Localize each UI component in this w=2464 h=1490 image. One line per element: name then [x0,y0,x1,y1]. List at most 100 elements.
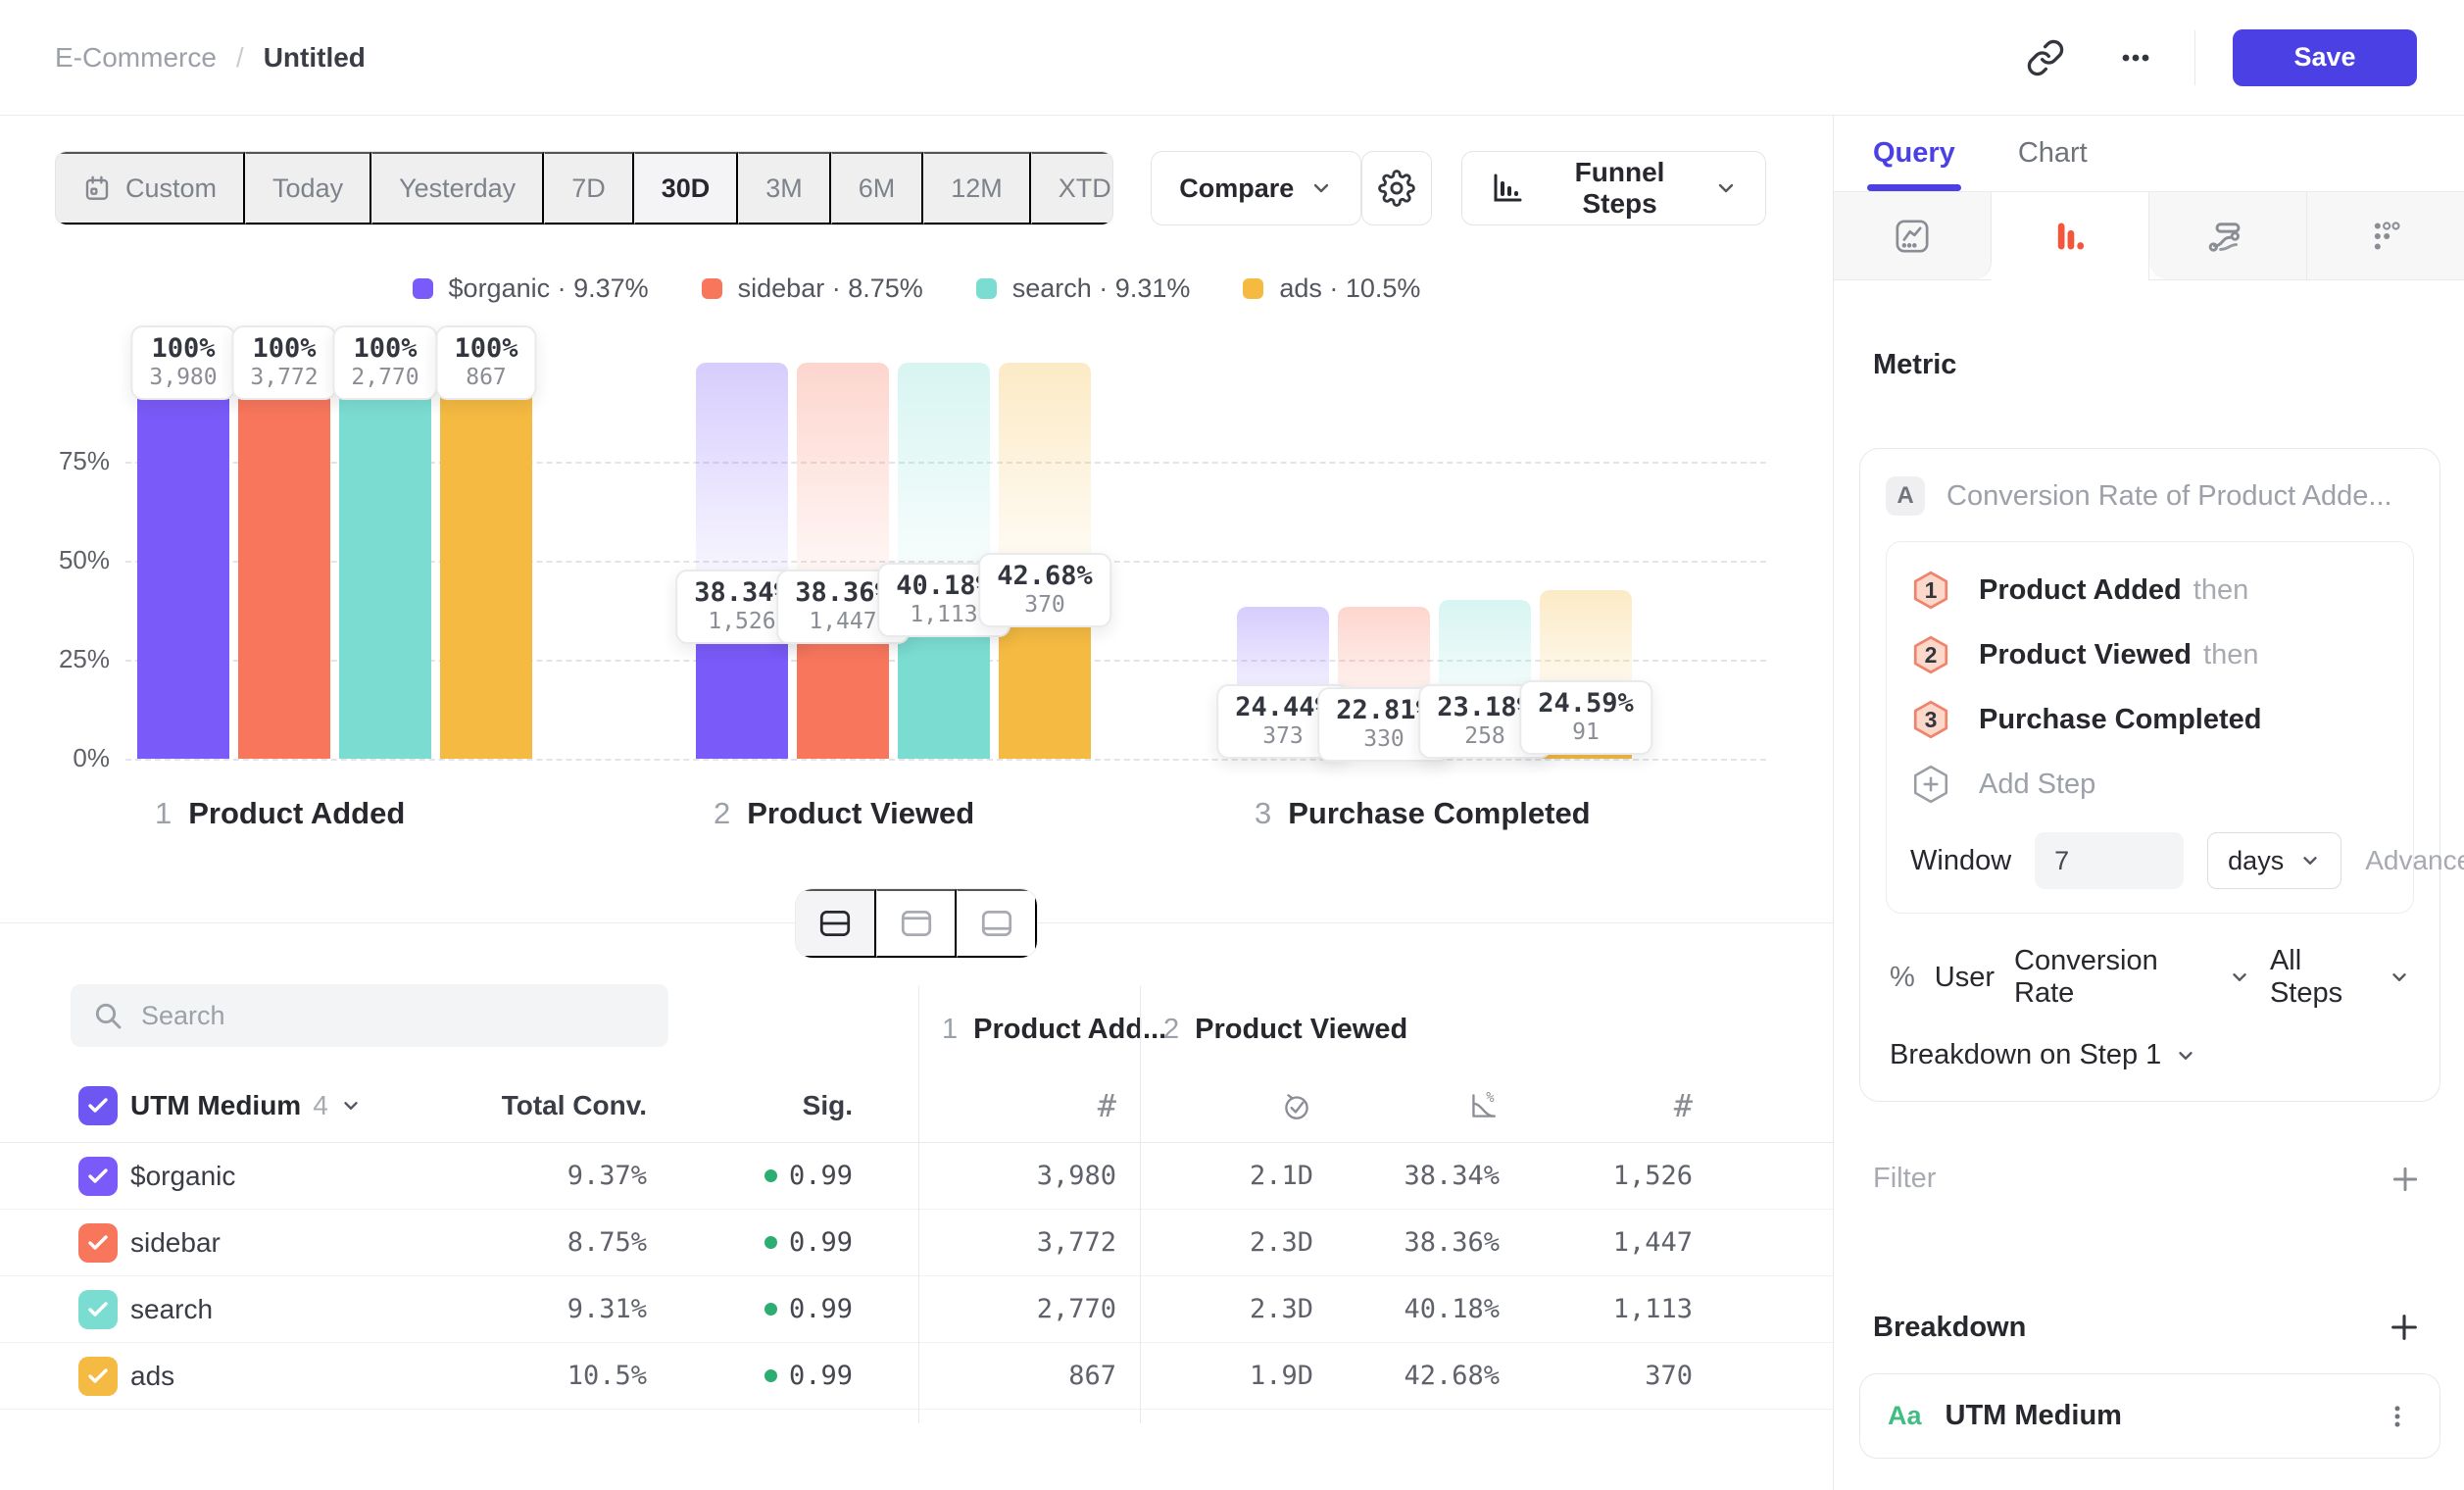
breadcrumb-workspace[interactable]: E-Commerce [55,42,217,74]
bar-pct-label: 100% [250,333,318,364]
query-step-2[interactable]: 2Product Viewedthen [1910,622,2390,687]
row-significance: 0.99 [647,1361,853,1391]
legend-item-sidebar[interactable]: sidebar · 8.75% [702,273,923,304]
search-box[interactable] [71,984,668,1047]
row-checkbox[interactable] [78,1223,118,1263]
tab-chart[interactable]: Chart [2018,116,2088,191]
row-step2-count: 370 [1500,1361,1693,1391]
window-unit-dropdown[interactable]: days [2207,832,2341,889]
step2-count-column[interactable]: # [1500,1087,1693,1124]
group-column-header[interactable]: UTM Medium 4 [118,1090,483,1121]
bar-pct-label: 23.18% [1437,692,1533,722]
funnel-bar-sidebar-step1[interactable] [238,363,330,759]
chevron-down-icon [2389,967,2410,988]
query-step-1[interactable]: 1Product Addedthen [1910,558,2390,622]
advanced-toggle[interactable]: Advanced [2365,845,2464,876]
range-3m[interactable]: 3M [738,152,831,224]
funnel-bar-search-step1[interactable] [339,363,431,759]
conversion-rate-column[interactable]: % [1313,1089,1500,1122]
metric-type-funnel[interactable] [1992,192,2149,279]
metric-type-trend[interactable] [1834,192,1992,279]
more-menu-button[interactable] [2110,32,2161,83]
row-conv-rate: 38.36% [1313,1227,1500,1258]
range-today[interactable]: Today [245,152,371,224]
metric-type-strip [1834,192,2464,280]
legend-item-organic[interactable]: $organic · 9.37% [413,273,649,304]
select-all-checkbox[interactable] [78,1086,118,1125]
bar-pct-label: 24.59% [1538,688,1634,719]
metric-type-matrix[interactable] [2307,192,2464,279]
save-button[interactable]: Save [2233,29,2417,86]
table-row-search[interactable]: search9.31%0.992,7702.3D40.18%1,113 [0,1276,1833,1343]
query-step-3[interactable]: 3Purchase Completed [1910,687,2390,752]
row-checkbox[interactable] [78,1357,118,1396]
search-input[interactable] [141,1001,647,1031]
range-30d[interactable]: 30D [634,152,739,224]
table-row-ads[interactable]: ads10.5%0.998671.9D42.68%370 [0,1343,1833,1410]
breadcrumb-report-title[interactable]: Untitled [264,42,366,74]
compare-button[interactable]: Compare [1151,151,1361,225]
funnel-bar-ads-step1[interactable] [440,363,532,759]
row-label: ads [118,1361,483,1392]
view-chart-only-button[interactable] [957,889,1037,958]
row-checkbox[interactable] [78,1157,118,1196]
total-conv-column-header[interactable]: Total Conv. [483,1090,647,1121]
row-avg-time: 1.9D [1140,1361,1313,1391]
chart-type-selector[interactable]: Funnel Steps [1461,151,1766,225]
table-row-sidebar[interactable]: sidebar8.75%0.993,7722.3D38.36%1,447 [0,1210,1833,1276]
bar-value-label: 100%3,772 [231,325,336,400]
steps-scope-dropdown[interactable]: All Steps [2270,945,2410,1010]
range-7d[interactable]: 7D [544,152,634,224]
step-name: Product Viewed [747,796,974,831]
entity-label[interactable]: User [1935,962,1995,994]
breakdown-on-step-dropdown[interactable]: Breakdown on Step 1 [1886,1039,2414,1071]
view-split-button[interactable] [796,889,876,958]
step-badge: 3 [1910,699,1951,740]
view-table-only-button[interactable] [876,889,957,958]
step-then-label: then [2203,639,2258,671]
row-checkbox[interactable] [78,1290,118,1329]
metric-badge: A [1886,476,1925,516]
step-index: 1 [155,796,172,831]
chart-step-label-1: 1Product Added [155,796,405,831]
step1-count-column[interactable]: # [918,1087,1140,1124]
legend-text: sidebar · 8.75% [738,273,923,304]
row-conv-rate: 42.68% [1313,1361,1500,1391]
range-xtd[interactable]: XTD [1031,152,1113,224]
legend-item-ads[interactable]: ads · 10.5% [1243,273,1420,304]
chevron-down-icon [340,1095,362,1117]
step-name: Purchase Completed [1288,796,1590,831]
range-6m[interactable]: 6M [831,152,924,224]
row-step1-count: 867 [918,1361,1140,1391]
add-step-button[interactable]: Add Step [1910,752,2390,817]
chart-step-label-2: 2Product Viewed [714,796,974,831]
breakdown-property-card[interactable]: Aa UTM Medium [1859,1373,2440,1459]
range-yesterday[interactable]: Yesterday [371,152,544,224]
window-value-input[interactable] [2035,832,2184,889]
metric-name-row[interactable]: A Conversion Rate of Product Adde... [1886,476,2414,516]
range-custom[interactable]: Custom [56,152,245,224]
legend-swatch [702,278,722,299]
add-filter-button[interactable] [2390,1164,2421,1195]
kebab-menu-icon[interactable] [2383,1402,2412,1431]
row-avg-time: 2.3D [1140,1294,1313,1324]
step-badge: 1 [1910,570,1951,611]
funnel-bar-organic-step1[interactable] [137,363,229,759]
range-12m[interactable]: 12M [923,152,1031,224]
legend-item-search[interactable]: search · 9.31% [976,273,1191,304]
chart-settings-button[interactable] [1361,151,1432,225]
sidebar-tabs: Query Chart [1834,116,2464,192]
sig-column-header[interactable]: Sig. [647,1090,853,1121]
tab-query[interactable]: Query [1873,116,1955,191]
table-row-organic[interactable]: $organic9.37%0.993,9802.1D38.34%1,526 [0,1143,1833,1210]
avg-time-column[interactable] [1140,1089,1313,1122]
step-then-label: then [2193,574,2248,607]
bar-pct-label: 100% [351,333,419,364]
measurement-dropdown[interactable]: Conversion Rate [2014,945,2250,1010]
step-index: 3 [1255,796,1271,831]
add-breakdown-button[interactable] [2388,1311,2421,1344]
metric-type-flows[interactable] [2149,192,2307,279]
share-link-button[interactable] [2020,32,2071,83]
legend-swatch [1243,278,1263,299]
bar-count-label: 330 [1336,726,1432,752]
